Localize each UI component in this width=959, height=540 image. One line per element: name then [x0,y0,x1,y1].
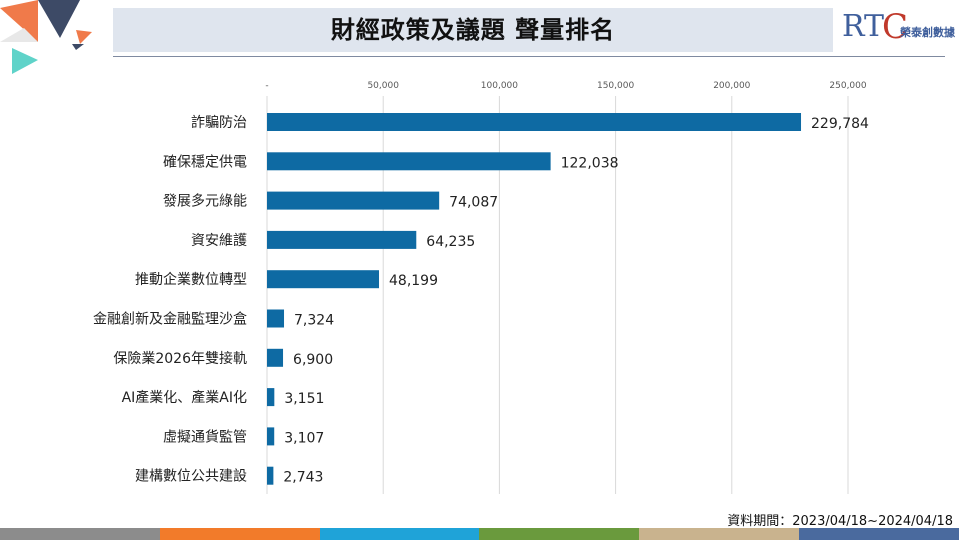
page-title: 財經政策及議題 聲量排名 [330,16,616,44]
data-period-note: 資料期間：2023/04/18~2024/04/18 [727,514,953,529]
category-label: 建構數位公共建設 [135,469,247,485]
title-bar: 財經政策及議題 聲量排名 [113,8,833,52]
strip-segment [479,528,640,540]
value-label: 48,199 [389,273,438,289]
bar [267,270,380,289]
bar [267,191,440,210]
strip-segment [319,528,480,540]
category-label: 推動企業數位轉型 [135,271,247,288]
bar [267,348,284,367]
value-label: 3,151 [284,391,324,407]
bar [267,388,275,407]
company-logo: R T C 榮泰創數據 [842,8,957,50]
value-label: 3,107 [284,430,324,446]
bar [267,152,551,171]
bottom-color-strip [0,528,959,540]
bar [267,466,274,485]
category-label: 保險業2026年雙接軌 [113,350,247,367]
x-tick-label: 150,000 [597,81,634,91]
category-label: 發展多元綠能 [163,193,247,210]
x-tick-label: 250,000 [829,81,866,91]
value-label: 64,235 [426,234,475,250]
value-label: 7,324 [294,313,334,329]
x-tick-label: - [265,81,268,91]
category-label: 詐騙防治 [191,115,247,131]
bar [267,230,417,249]
category-label: 虛擬通貨監管 [163,428,247,445]
strip-segment [639,528,800,540]
logo-text: 榮泰創數據 [900,26,955,39]
value-label: 122,038 [561,155,619,171]
category-label: AI產業化、產業AI化 [122,389,247,406]
x-tick-label: 50,000 [367,81,399,91]
value-label: 229,784 [811,116,869,132]
category-label: 確保穩定供電 [163,154,247,170]
bar-chart: - 50,000 100,000 150,000 200,000 250,000 詐騙防治 2… [93,81,869,494]
strip-segment [159,528,320,540]
bar [267,113,802,131]
category-label: 金融創新及金融監理沙盒 [93,311,247,328]
logo-mark-t: T [864,9,885,44]
strip-segment [799,528,959,540]
x-tick-label: 100,000 [481,81,518,91]
value-label: 6,900 [293,352,333,368]
title-divider [113,56,945,57]
bar [267,309,285,328]
value-label: 74,087 [449,195,498,211]
x-tick-label: 200,000 [713,81,750,91]
bar [267,427,275,446]
value-label: 2,743 [283,470,323,486]
category-label: 資安維護 [191,233,247,249]
strip-segment [0,528,160,540]
logo-mark-r: R [842,9,865,44]
